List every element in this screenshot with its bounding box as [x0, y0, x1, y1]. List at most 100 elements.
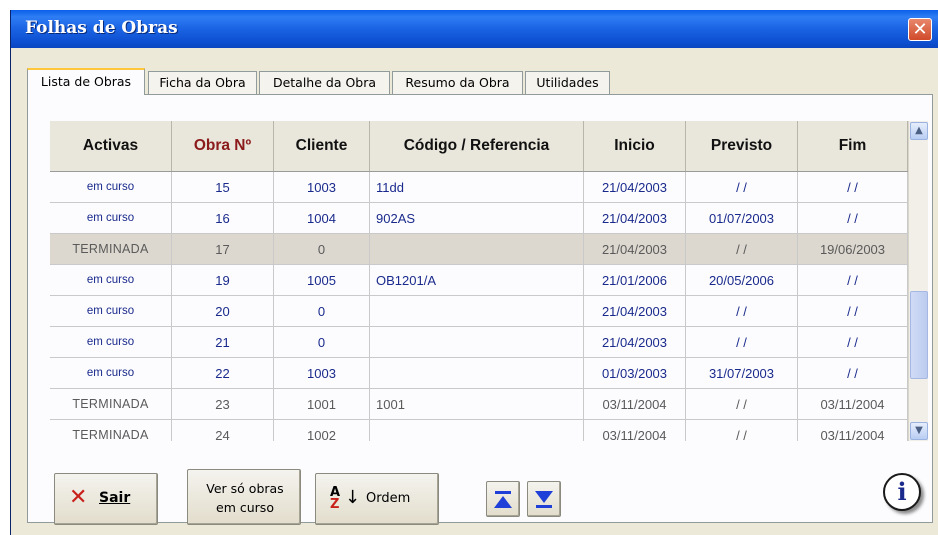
- ver-button-label: Ver só obras em curso: [188, 479, 302, 517]
- codigo-cell: [370, 420, 584, 441]
- tab-lista-de-obras[interactable]: Lista de Obras: [27, 68, 145, 95]
- close-icon[interactable]: ✕: [908, 18, 932, 41]
- codigo-cell: 902AS: [370, 203, 584, 234]
- cliente-cell: 0: [274, 327, 370, 358]
- previsto-cell: / /: [686, 234, 798, 265]
- status-cell: em curso: [50, 203, 172, 234]
- table-row[interactable]: em curso 15 1003 11dd 21/04/2003 / / / /: [50, 172, 908, 203]
- column-header-activas[interactable]: Activas: [50, 121, 172, 171]
- column-header-obra[interactable]: Obra Nº: [172, 121, 274, 171]
- close-icon: ✕: [69, 485, 88, 510]
- codigo-cell: [370, 327, 584, 358]
- codigo-cell: OB1201/A: [370, 265, 584, 296]
- obra-cell: 24: [172, 420, 274, 441]
- sair-button[interactable]: ✕ Sair: [54, 473, 158, 525]
- codigo-cell: 1001: [370, 389, 584, 420]
- sort-z-glyph: Z: [330, 497, 340, 512]
- table-row[interactable]: em curso 20 0 21/04/2003 / / / /: [50, 296, 908, 327]
- cliente-cell: 1002: [274, 420, 370, 441]
- last-record-button[interactable]: [527, 481, 561, 517]
- arrow-up-icon: [494, 496, 512, 508]
- table-row[interactable]: TERMINADA 23 1001 1001 03/11/2004 / / 03…: [50, 389, 908, 420]
- inicio-cell: 21/04/2003: [584, 172, 686, 203]
- previsto-cell: / /: [686, 327, 798, 358]
- previsto-cell: / /: [686, 420, 798, 441]
- table-row[interactable]: em curso 21 0 21/04/2003 / / / /: [50, 327, 908, 358]
- table-row[interactable]: TERMINADA 24 1002 03/11/2004 / / 03/11/2…: [50, 420, 908, 441]
- status-cell: em curso: [50, 172, 172, 203]
- status-cell: TERMINADA: [50, 420, 172, 441]
- obra-cell: 22: [172, 358, 274, 389]
- scroll-down-icon[interactable]: ▼: [910, 422, 928, 440]
- sair-label: Sair: [99, 490, 131, 506]
- last-record-icon: [536, 505, 552, 508]
- previsto-cell: / /: [686, 296, 798, 327]
- column-header-cliente[interactable]: Cliente: [274, 121, 370, 171]
- fim-cell: / /: [798, 296, 908, 327]
- fim-cell: / /: [798, 265, 908, 296]
- tab-resumo-da-obra[interactable]: Resumo da Obra: [392, 71, 523, 94]
- cliente-cell: 1004: [274, 203, 370, 234]
- obra-cell: 21: [172, 327, 274, 358]
- obra-cell: 23: [172, 389, 274, 420]
- obra-cell: 17: [172, 234, 274, 265]
- obra-cell: 19: [172, 265, 274, 296]
- previsto-cell: / /: [686, 389, 798, 420]
- first-record-button[interactable]: [486, 481, 520, 517]
- column-header-fim[interactable]: Fim: [798, 121, 908, 171]
- status-cell: TERMINADA: [50, 389, 172, 420]
- fim-cell: 03/11/2004: [798, 389, 908, 420]
- sort-az-icon: A Z: [330, 486, 340, 512]
- cliente-cell: 0: [274, 296, 370, 327]
- column-header-codigo[interactable]: Código / Referencia: [370, 121, 584, 171]
- ver-label-line1: Ver só obras: [206, 481, 284, 496]
- column-header-previsto[interactable]: Previsto: [686, 121, 798, 171]
- inicio-cell: 21/04/2003: [584, 234, 686, 265]
- sort-arrow-icon: ↓: [345, 487, 361, 508]
- vertical-scrollbar[interactable]: ▲ ▼: [908, 121, 928, 441]
- ordem-label: Ordem: [366, 491, 411, 506]
- inicio-cell: 03/11/2004: [584, 389, 686, 420]
- table-row[interactable]: em curso 16 1004 902AS 21/04/2003 01/07/…: [50, 203, 908, 234]
- scroll-up-icon[interactable]: ▲: [910, 122, 928, 140]
- tab-ficha-da-obra[interactable]: Ficha da Obra: [148, 71, 257, 94]
- previsto-cell: 01/07/2003: [686, 203, 798, 234]
- codigo-cell: [370, 358, 584, 389]
- tab-utilidades[interactable]: Utilidades: [525, 71, 610, 94]
- table-row[interactable]: em curso 19 1005 OB1201/A 21/01/2006 20/…: [50, 265, 908, 296]
- status-cell: TERMINADA: [50, 234, 172, 265]
- obras-grid: Activas Obra Nº Cliente Código / Referen…: [50, 121, 928, 441]
- title-bar[interactable]: Folhas de Obras: [11, 10, 938, 48]
- window-title: Folhas de Obras: [25, 18, 178, 38]
- fim-cell: / /: [798, 203, 908, 234]
- inicio-cell: 21/04/2003: [584, 203, 686, 234]
- cliente-cell: 1003: [274, 172, 370, 203]
- column-header-inicio[interactable]: Inicio: [584, 121, 686, 171]
- tab-detalhe-da-obra[interactable]: Detalhe da Obra: [259, 71, 390, 94]
- table-row-selected[interactable]: TERMINADA 17 0 21/04/2003 / / 19/06/2003: [50, 234, 908, 265]
- cliente-cell: 1001: [274, 389, 370, 420]
- obra-cell: 20: [172, 296, 274, 327]
- lista-de-obras-panel: Activas Obra Nº Cliente Código / Referen…: [27, 94, 933, 525]
- codigo-cell: [370, 234, 584, 265]
- obra-cell: 15: [172, 172, 274, 203]
- ver-label-line2: em curso: [216, 500, 274, 515]
- info-icon[interactable]: i: [883, 473, 921, 511]
- previsto-cell: 20/05/2006: [686, 265, 798, 296]
- previsto-cell: 31/07/2003: [686, 358, 798, 389]
- status-cell: em curso: [50, 327, 172, 358]
- ver-so-obras-em-curso-button[interactable]: Ver só obras em curso: [187, 469, 301, 525]
- scroll-thumb[interactable]: [910, 291, 928, 379]
- obra-cell: 16: [172, 203, 274, 234]
- inicio-cell: 21/04/2003: [584, 327, 686, 358]
- fim-cell: / /: [798, 172, 908, 203]
- inicio-cell: 21/04/2003: [584, 296, 686, 327]
- status-cell: em curso: [50, 296, 172, 327]
- cliente-cell: 0: [274, 234, 370, 265]
- status-cell: em curso: [50, 358, 172, 389]
- ordem-button[interactable]: A Z ↓ Ordem: [315, 473, 439, 525]
- table-row[interactable]: em curso 22 1003 01/03/2003 31/07/2003 /…: [50, 358, 908, 389]
- inicio-cell: 03/11/2004: [584, 420, 686, 441]
- previsto-cell: / /: [686, 172, 798, 203]
- folhas-de-obras-window: Folhas de Obras ✕ Lista de Obras Ficha d…: [10, 10, 938, 535]
